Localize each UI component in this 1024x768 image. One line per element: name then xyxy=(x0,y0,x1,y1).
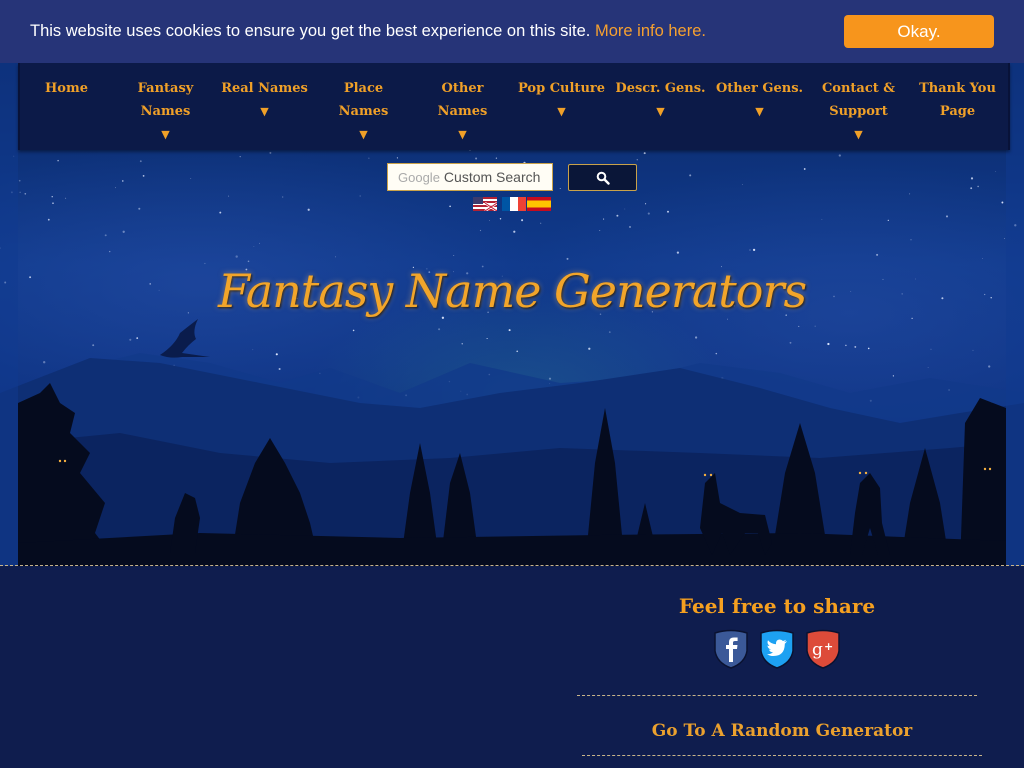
cookie-message-text: This website uses cookies to ensure you … xyxy=(30,22,591,40)
facebook-icon[interactable] xyxy=(713,629,749,669)
nav-item-label-line2: Names xyxy=(437,104,488,119)
nav-item-other-gens[interactable]: Other Gens. ▼ xyxy=(710,77,809,123)
nav-item-home[interactable]: Home xyxy=(17,77,116,100)
search-placeholder: Custom Search xyxy=(443,169,541,185)
share-heading: Feel free to share xyxy=(678,594,876,618)
dropdown-arrow-icon: ▼ xyxy=(854,128,863,141)
share-divider xyxy=(577,695,977,696)
nav-item-label-line2: Support xyxy=(829,104,888,119)
nav-item-pop-culture[interactable]: Pop Culture ▼ xyxy=(512,77,611,123)
nav-item-label: Fantasy xyxy=(137,81,194,96)
nav-item-label: Thank You xyxy=(919,81,996,96)
share-icons: g + xyxy=(713,629,841,669)
nav-item-real-names[interactable]: Real Names ▼ xyxy=(215,77,314,123)
spain-flag-icon[interactable] xyxy=(527,197,551,211)
svg-text:+: + xyxy=(824,640,833,653)
site-title: Fantasy Name Generators xyxy=(217,264,807,318)
nav-item-thank-you[interactable]: Thank You Page xyxy=(908,77,1007,123)
random-divider xyxy=(582,755,982,756)
nav-item-label-line2: Names xyxy=(140,104,191,119)
uk-us-flag-icon[interactable] xyxy=(473,197,497,211)
france-flag-icon[interactable] xyxy=(502,197,526,211)
nav-item-label: Other Gens. xyxy=(715,81,804,96)
nav-item-label: Real Names xyxy=(221,81,308,96)
nav-item-contact[interactable]: Contact & Support ▼ xyxy=(809,77,908,146)
search-input[interactable]: Google Custom Search xyxy=(387,163,553,191)
nav-item-label: Contact & xyxy=(821,81,896,96)
search-icon xyxy=(596,171,610,185)
dropdown-arrow-icon: ▼ xyxy=(458,128,467,141)
nav-item-other[interactable]: Other Names ▼ xyxy=(413,77,512,146)
nav-item-label: Place xyxy=(343,81,384,96)
random-generator-link[interactable]: Go To A Random Generator xyxy=(582,721,982,741)
dropdown-arrow-icon: ▼ xyxy=(557,105,566,118)
dropdown-arrow-icon: ▼ xyxy=(161,128,170,141)
dragon-silhouette xyxy=(160,319,210,358)
dropdown-arrow-icon: ▼ xyxy=(359,128,368,141)
hero-divider xyxy=(0,565,1024,566)
nav-item-fantasy[interactable]: Fantasy Names ▼ xyxy=(116,77,215,146)
main-navigation: Home Fantasy Names ▼ Real Names ▼ Place Names ▼ O… xyxy=(18,63,1010,150)
more-info-link[interactable]: More info here. xyxy=(595,22,706,40)
twitter-icon[interactable] xyxy=(759,629,795,669)
cookie-message: This website uses cookies to ensure you … xyxy=(30,22,706,41)
svg-text:g: g xyxy=(812,640,823,660)
cookie-consent-bar: This website uses cookies to ensure you … xyxy=(0,0,1024,63)
okay-button[interactable]: Okay. xyxy=(844,15,994,48)
google-brand-label: Google xyxy=(398,169,440,185)
nav-item-label-line2: Page xyxy=(939,104,976,119)
nav-item-descr-gens[interactable]: Descr. Gens. ▼ xyxy=(611,77,710,123)
nav-item-label: Descr. Gens. xyxy=(615,81,706,96)
nav-item-label: Other xyxy=(441,81,484,96)
nav-item-label: Home xyxy=(45,81,88,96)
nav-item-place[interactable]: Place Names ▼ xyxy=(314,77,413,146)
nav-item-label: Pop Culture xyxy=(517,81,606,96)
dropdown-arrow-icon: ▼ xyxy=(755,105,764,118)
google-plus-icon[interactable]: g + xyxy=(805,629,841,669)
search-button[interactable] xyxy=(568,164,637,191)
dropdown-arrow-icon: ▼ xyxy=(656,105,665,118)
nav-item-label-line2: Names xyxy=(338,104,389,119)
dropdown-arrow-icon: ▼ xyxy=(260,105,269,118)
